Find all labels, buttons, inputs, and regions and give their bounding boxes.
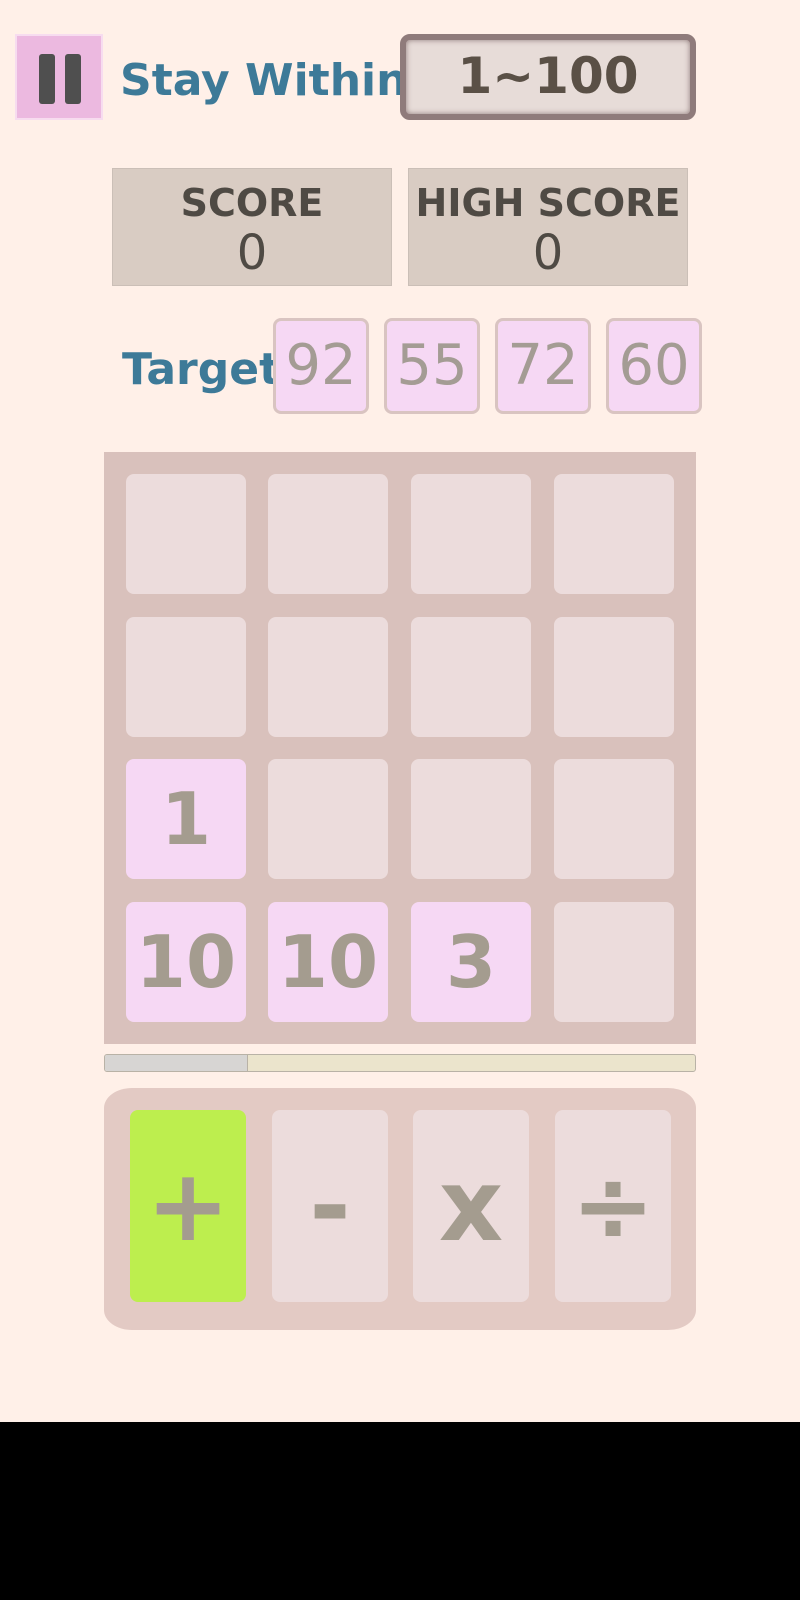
board-cell[interactable] [554,759,674,879]
board-cell[interactable] [554,617,674,737]
board-cell[interactable] [411,759,531,879]
high-score-label: HIGH SCORE [415,181,681,225]
stay-within-label: Stay Within [120,55,408,106]
target-number: 55 [384,318,480,414]
target-number: 60 [606,318,702,414]
operator-panel: + - x ÷ [104,1088,696,1330]
multiply-button[interactable]: x [413,1110,529,1302]
board-cell[interactable] [554,902,674,1022]
pause-button[interactable] [15,34,103,120]
divide-button[interactable]: ÷ [555,1110,671,1302]
system-nav-bar [0,1422,800,1600]
minus-button[interactable]: - [272,1110,388,1302]
board-cell[interactable] [268,474,388,594]
number-tile[interactable]: 3 [411,902,531,1022]
timer-bar [104,1054,696,1072]
number-tile[interactable]: 1 [126,759,246,879]
pause-icon [65,54,81,104]
board-cell[interactable] [126,617,246,737]
pause-icon [39,54,55,104]
score-label: SCORE [180,181,324,225]
target-number: 92 [273,318,369,414]
score-value: 0 [236,225,268,281]
number-tile[interactable]: 10 [268,902,388,1022]
score-panel: SCORE 0 [112,168,392,286]
board-cell[interactable] [411,617,531,737]
number-tile[interactable]: 10 [126,902,246,1022]
board-cell[interactable] [554,474,674,594]
game-board[interactable]: 1 10 10 3 [104,452,696,1044]
range-display: 1~100 [400,34,696,120]
target-label: Target [122,344,281,395]
high-score-panel: HIGH SCORE 0 [408,168,688,286]
board-cell[interactable] [268,617,388,737]
target-number: 72 [495,318,591,414]
timer-bar-fill [105,1055,248,1071]
board-cell[interactable] [126,474,246,594]
plus-button[interactable]: + [130,1110,246,1302]
board-cell[interactable] [411,474,531,594]
high-score-value: 0 [532,225,564,281]
board-cell[interactable] [268,759,388,879]
